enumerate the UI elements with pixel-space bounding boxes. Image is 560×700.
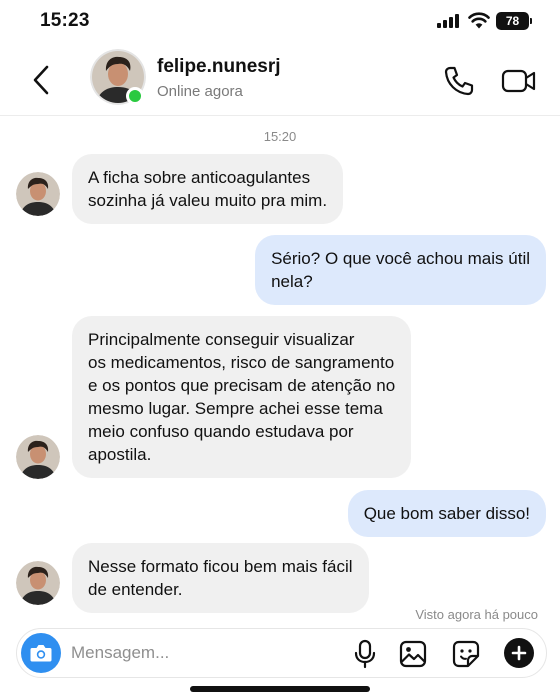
back-button[interactable] [26,62,56,98]
message-text-line: meio confuso quando estudava por [88,422,354,441]
sticker-icon [452,640,480,668]
camera-button[interactable] [21,633,61,673]
video-call-button[interactable] [500,64,538,98]
message-text-line: Que bom saber disso! [363,504,530,523]
message-text-line: nela? [271,272,313,291]
incoming-message-bubble[interactable]: Nesse formato ficou bem mais fácil de en… [72,543,369,613]
voice-call-button[interactable] [442,64,476,98]
more-options-button[interactable] [504,638,534,668]
message-text-line: Sério? O que você achou mais útil [271,249,530,268]
image-icon [399,640,427,668]
message-text-line: Nesse formato ficou bem mais fácil [88,557,353,576]
battery-indicator: 78 [496,12,532,30]
message-text-line: apostila. [88,445,152,464]
outgoing-message-bubble[interactable]: Sério? O que você achou mais útil nela? [255,235,546,305]
microphone-icon [354,639,376,669]
camera-icon [30,645,52,662]
video-camera-icon [501,69,536,93]
home-indicator[interactable] [190,686,370,692]
gallery-button[interactable] [398,639,428,669]
message-composer [16,628,547,678]
outgoing-message-bubble[interactable]: Que bom saber disso! [347,490,546,537]
message-text-line: e os pontos que precisam de atenção no [88,376,396,395]
plus-icon [511,645,527,661]
online-status-dot [126,87,144,105]
message-text-line: A ficha sobre anticoagulantes [88,168,311,187]
voice-message-button[interactable] [353,639,377,669]
status-bar: 15:23 78 [0,0,560,44]
seen-status: Visto agora há pouco [415,607,538,622]
message-text-line: mesmo lugar. Sempre achei esse tema [88,399,383,418]
message-list[interactable]: 15:20 A ficha sobre anticoagulantes sozi… [0,117,560,627]
presence-status: Online agora [157,83,243,100]
message-text-line: os medicamentos, risco de sangramento [88,353,395,372]
sender-avatar[interactable] [16,561,60,605]
sticker-button[interactable] [451,639,481,669]
incoming-message-bubble[interactable]: Principalmente conseguir visualizar os m… [72,316,412,478]
message-timestamp: 15:20 [263,129,297,144]
status-time: 15:23 [40,10,90,31]
chat-header: felipe.nunesrj Online agora [0,44,560,116]
cellular-signal-icon [437,14,459,28]
contact-username[interactable]: felipe.nunesrj [157,56,281,78]
message-text-line: Principalmente conseguir visualizar [88,330,355,349]
sender-avatar[interactable] [16,435,60,479]
message-text-line: de entender. [88,580,183,599]
chevron-left-icon [33,65,49,95]
wifi-icon [468,12,490,29]
incoming-message-bubble[interactable]: A ficha sobre anticoagulantes sozinha já… [72,154,344,224]
message-input[interactable] [71,639,341,667]
phone-icon [444,66,474,96]
sender-avatar[interactable] [16,172,60,216]
message-text-line: sozinha já valeu muito pra mim. [88,191,328,210]
